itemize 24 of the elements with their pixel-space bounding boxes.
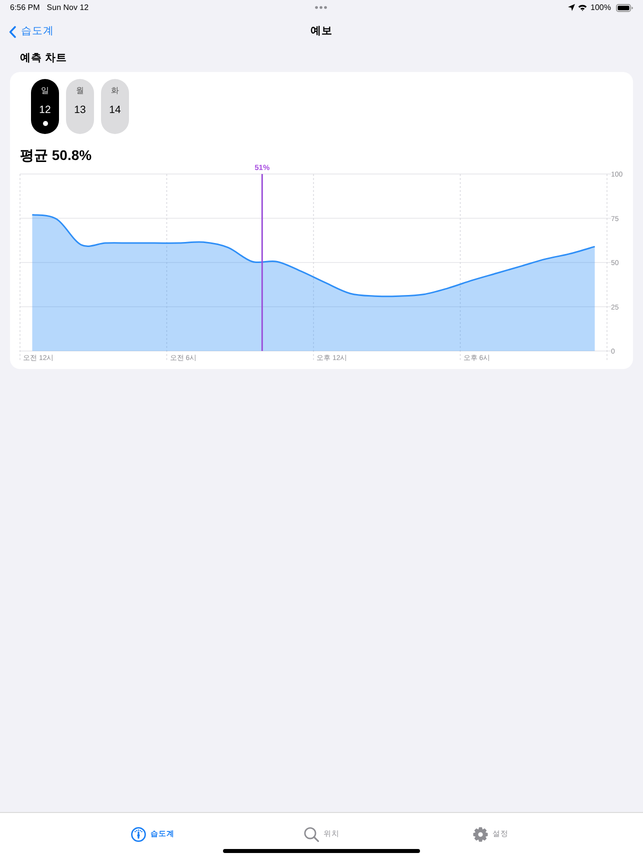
day-number: 13 [74,104,86,116]
weekday-label: 화 [111,86,119,96]
settings-icon [472,826,488,842]
day-pill[interactable]: 월 13 [66,79,94,134]
chevron-left-icon [9,26,16,38]
section-title: 예측 차트 [20,51,67,66]
search-icon [304,826,318,842]
status-date: Sun Nov 12 [46,2,89,14]
day-number: 14 [109,104,121,116]
back-button[interactable]: 습도계 [0,24,54,40]
chart-title: 평균 50.8% [20,147,92,163]
nav-title: 예보 [310,24,332,39]
multitasking-dots-icon[interactable] [315,6,328,9]
battery-icon [616,4,633,12]
location-arrow-icon [568,4,575,11]
weekday-label: 월 [76,86,84,96]
battery-percent: 100% [590,2,611,14]
day-pill[interactable]: 화 14 [101,79,129,134]
status-time: 6:56 PM [10,2,40,14]
day-pill[interactable]: 일 12 [31,79,59,134]
weekday-label: 일 [41,86,49,96]
gauge-icon [130,826,146,842]
day-number: 12 [39,104,51,116]
wifi-icon [578,4,587,11]
